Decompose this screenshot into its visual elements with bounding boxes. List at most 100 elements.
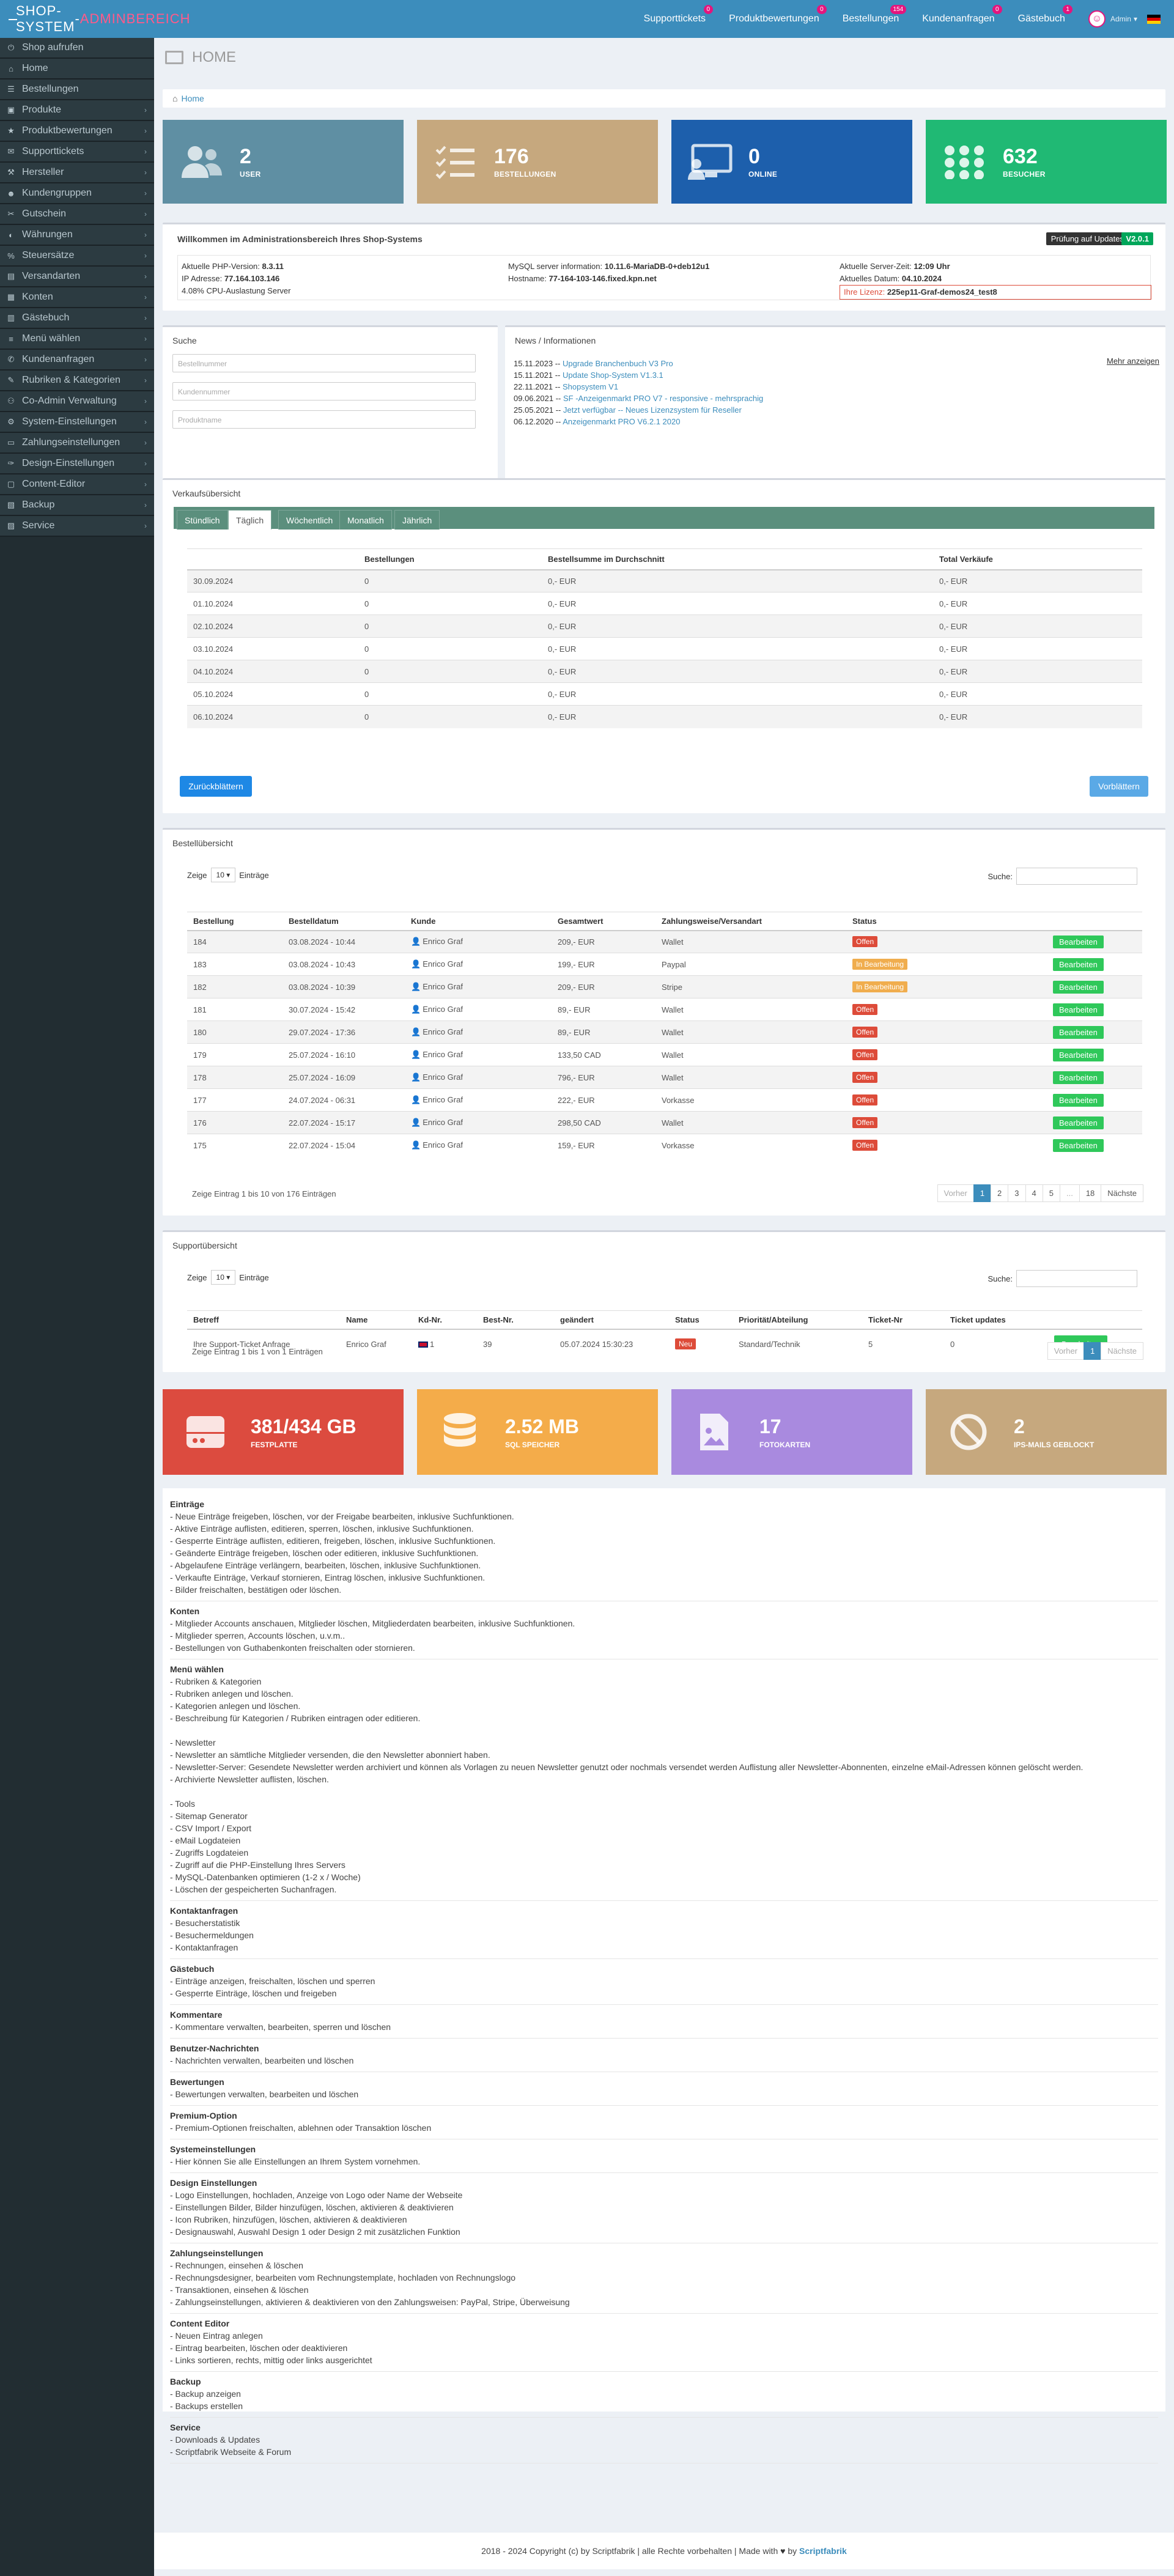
sidebar-item[interactable]: ▧ Backup › bbox=[0, 495, 154, 516]
tab-täglich[interactable]: Täglich bbox=[228, 510, 272, 530]
topnav-item[interactable]: Gästebuch 1 bbox=[1018, 5, 1072, 24]
tab-jährlich[interactable]: Jährlich bbox=[394, 510, 440, 530]
customer-name[interactable]: Enrico Graf bbox=[423, 937, 463, 946]
sidebar-item[interactable]: ⌂ Home bbox=[0, 59, 154, 79]
page-link[interactable]: 3 bbox=[1008, 1184, 1026, 1202]
sidebar-item[interactable]: ▭ Zahlungseinstellungen › bbox=[0, 433, 154, 454]
sidebar-item[interactable]: ▨ Service › bbox=[0, 516, 154, 537]
edit-order-button[interactable]: Bearbeiten bbox=[1053, 1139, 1104, 1152]
sidebar-item[interactable]: ★ Produktbewertungen › bbox=[0, 121, 154, 142]
news-link[interactable]: SF -Anzeigenmarkt PRO V7 - responsive - … bbox=[563, 394, 763, 403]
page-link[interactable]: 18 bbox=[1079, 1184, 1102, 1202]
orders-header[interactable] bbox=[1047, 912, 1142, 931]
customer-name[interactable]: Enrico Graf bbox=[423, 1140, 463, 1150]
page-link[interactable]: 1 bbox=[973, 1184, 992, 1202]
customer-number-input[interactable]: Kundennummer bbox=[172, 382, 476, 400]
logo[interactable]: SHOP-SYSTEM - ADMINBEREICH bbox=[0, 0, 190, 38]
sidebar-item[interactable]: ✑ Design-Einstellungen › bbox=[0, 454, 154, 474]
customer-name[interactable]: Enrico Graf bbox=[423, 1027, 463, 1036]
customer-name[interactable]: Enrico Graf bbox=[423, 1118, 463, 1127]
user-menu[interactable]: ☺ Admin ▾ bbox=[1088, 10, 1137, 28]
product-name-input[interactable]: Produktname bbox=[172, 410, 476, 429]
edit-order-button[interactable]: Bearbeiten bbox=[1053, 980, 1104, 994]
orders-header[interactable]: Status bbox=[846, 912, 1047, 931]
sidebar-item[interactable]: ▣ Produkte › bbox=[0, 100, 154, 121]
edit-order-button[interactable]: Bearbeiten bbox=[1053, 958, 1104, 971]
page-link[interactable]: 4 bbox=[1025, 1184, 1043, 1202]
news-link[interactable]: Update Shop-System V1.3.1 bbox=[563, 371, 663, 380]
customer-name[interactable]: Enrico Graf bbox=[423, 1005, 463, 1014]
orders-page-size-select[interactable]: 10 ▾ bbox=[210, 868, 236, 882]
sidebar-item[interactable]: ☰ Bestellungen bbox=[0, 79, 154, 100]
support-header[interactable]: Best-Nr. bbox=[477, 1310, 554, 1330]
orders-search-input[interactable] bbox=[1016, 868, 1137, 885]
orders-header[interactable]: Bestellung bbox=[187, 912, 282, 931]
edit-order-button[interactable]: Bearbeiten bbox=[1053, 1003, 1104, 1016]
sidebar-item[interactable]: ☻ Kundengruppen › bbox=[0, 183, 154, 204]
next-page-button[interactable]: Vorblättern bbox=[1090, 776, 1148, 797]
page-link[interactable]: 5 bbox=[1042, 1184, 1060, 1202]
news-link[interactable]: Anzeigenmarkt PRO V6.2.1 2020 bbox=[563, 417, 680, 426]
support-search-input[interactable] bbox=[1016, 1270, 1137, 1287]
support-header[interactable]: Betreff bbox=[187, 1310, 340, 1330]
orders-header[interactable]: Zahlungsweise/Versandart bbox=[655, 912, 846, 931]
edit-order-button[interactable]: Bearbeiten bbox=[1053, 1071, 1104, 1084]
orders-header[interactable]: Gesamtwert bbox=[552, 912, 655, 931]
topnav-item[interactable]: Bestellungen 154 bbox=[843, 5, 907, 24]
sidebar-item[interactable]: ✎ Rubriken & Kategorien › bbox=[0, 371, 154, 391]
support-header[interactable] bbox=[1048, 1310, 1142, 1330]
sidebar-item[interactable]: % Steuersätze › bbox=[0, 246, 154, 267]
orders-header[interactable]: Kunde bbox=[405, 912, 552, 931]
customer-name[interactable]: Enrico Graf bbox=[423, 1095, 463, 1104]
sidebar-item[interactable]: ✆ Kundenanfragen › bbox=[0, 350, 154, 371]
news-link[interactable]: Shopsystem V1 bbox=[563, 382, 618, 391]
tab-stündlich[interactable]: Stündlich bbox=[177, 510, 228, 530]
support-header[interactable]: Kd-Nr. bbox=[412, 1310, 477, 1330]
sidebar-item[interactable]: ▥ Gästebuch › bbox=[0, 308, 154, 329]
support-header[interactable]: Ticket updates bbox=[944, 1310, 1048, 1330]
sidebar-item[interactable]: ▤ Versandarten › bbox=[0, 267, 154, 287]
update-check-button[interactable]: Prüfung auf Updates bbox=[1046, 232, 1129, 245]
page-link[interactable]: Vorher bbox=[937, 1184, 974, 1202]
customer-name[interactable]: Enrico Graf bbox=[423, 982, 463, 991]
topnav-item[interactable]: Kundenanfragen 0 bbox=[922, 5, 1002, 24]
customer-name[interactable]: Enrico Graf bbox=[423, 1072, 463, 1082]
edit-order-button[interactable]: Bearbeiten bbox=[1053, 935, 1104, 948]
page-link[interactable]: ... bbox=[1059, 1184, 1080, 1202]
orders-header[interactable]: Bestelldatum bbox=[282, 912, 405, 931]
sidebar-item[interactable]: ▢ Content-Editor › bbox=[0, 474, 154, 495]
support-header[interactable]: Ticket-Nr bbox=[862, 1310, 944, 1330]
sidebar-item[interactable]: ✂ Gutschein › bbox=[0, 204, 154, 225]
support-header[interactable]: Name bbox=[340, 1310, 412, 1330]
edit-order-button[interactable]: Bearbeiten bbox=[1053, 1048, 1104, 1061]
topnav-item[interactable]: Supporttickets 0 bbox=[644, 5, 714, 24]
tab-wöchentlich[interactable]: Wöchentlich bbox=[278, 510, 341, 530]
customer-name[interactable]: Enrico Graf bbox=[423, 959, 463, 969]
sidebar-item[interactable]: ⚒ Hersteller › bbox=[0, 163, 154, 183]
edit-order-button[interactable]: Bearbeiten bbox=[1053, 1116, 1104, 1129]
news-link[interactable]: Upgrade Branchenbuch V3 Pro bbox=[563, 359, 673, 368]
news-link[interactable]: Jetzt verfügbar -- Neues Lizenzsystem fü… bbox=[563, 405, 742, 415]
customer-name[interactable]: Enrico Graf bbox=[423, 1050, 463, 1059]
german-flag-icon[interactable] bbox=[1147, 15, 1161, 24]
edit-order-button[interactable]: Bearbeiten bbox=[1053, 1093, 1104, 1107]
page-link[interactable]: Nächste bbox=[1101, 1184, 1143, 1202]
edit-order-button[interactable]: Bearbeiten bbox=[1053, 1025, 1104, 1039]
news-more-link[interactable]: Mehr anzeigen bbox=[1107, 356, 1159, 366]
page-link[interactable]: 1 bbox=[1084, 1342, 1102, 1360]
sidebar-item[interactable]: ⏻ Shop aufrufen bbox=[0, 38, 154, 59]
support-header[interactable]: Priorität/Abteilung bbox=[733, 1310, 862, 1330]
tab-monatlich[interactable]: Monatlich bbox=[339, 510, 392, 530]
order-number-input[interactable]: Bestellnummer bbox=[172, 354, 476, 372]
support-header[interactable]: geändert bbox=[554, 1310, 669, 1330]
page-link[interactable]: Nächste bbox=[1101, 1342, 1143, 1360]
sidebar-item[interactable]: ⚙ System-Einstellungen › bbox=[0, 412, 154, 433]
sidebar-item[interactable]: ≡ Menü wählen › bbox=[0, 329, 154, 350]
sidebar-item[interactable]: ⚇ Co-Admin Verwaltung › bbox=[0, 391, 154, 412]
sidebar-item[interactable]: ◐ Währungen › bbox=[0, 225, 154, 246]
sidebar-item[interactable]: ✉ Supporttickets › bbox=[0, 142, 154, 163]
footer-brand-link[interactable]: Scriptfabrik bbox=[799, 2546, 847, 2556]
support-header[interactable]: Status bbox=[669, 1310, 733, 1330]
breadcrumb-home[interactable]: Home bbox=[181, 94, 204, 103]
page-link[interactable]: Vorher bbox=[1047, 1342, 1085, 1360]
